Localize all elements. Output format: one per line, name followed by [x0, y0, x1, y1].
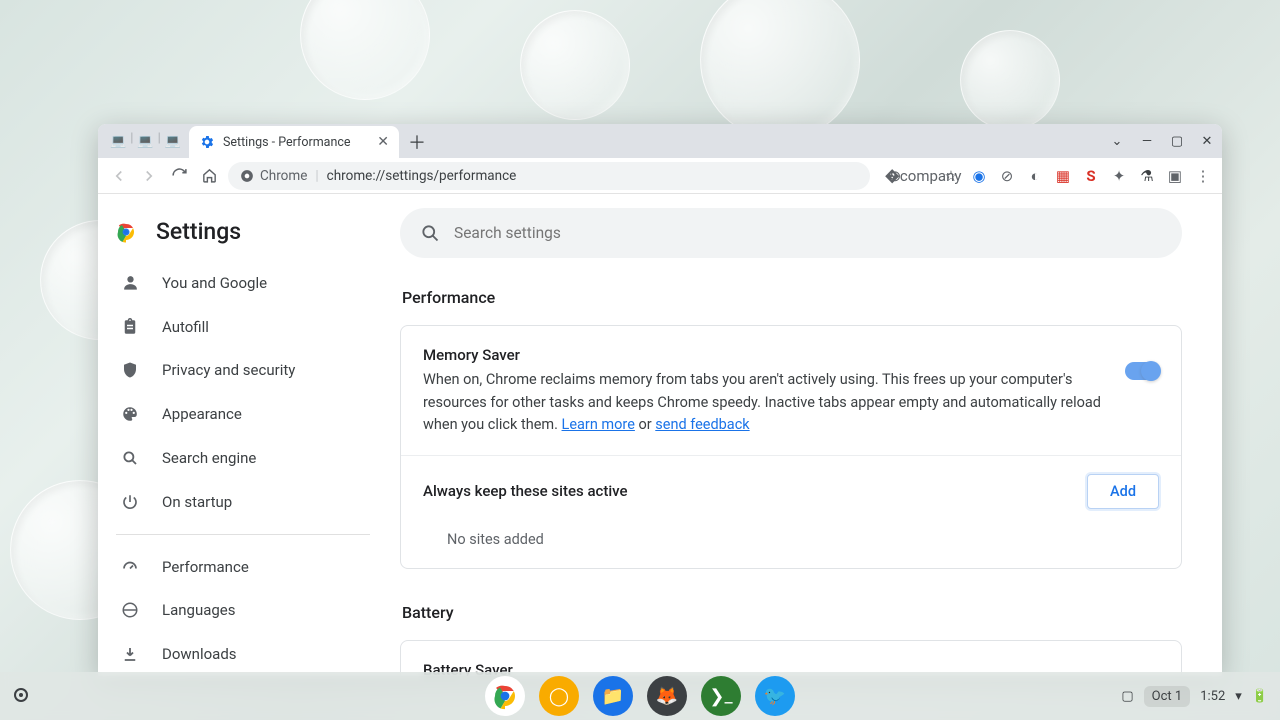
- close-tab-icon[interactable]: ✕: [377, 134, 389, 150]
- sidebar-separator: [116, 534, 370, 535]
- settings-brand: Settings: [98, 212, 388, 261]
- speedometer-icon: [120, 558, 140, 576]
- files-app-icon[interactable]: 📁: [593, 676, 633, 716]
- battery-saver-row: Battery Saver: [401, 641, 1181, 676]
- settings-search[interactable]: [400, 208, 1182, 258]
- add-site-button[interactable]: Add: [1087, 474, 1159, 509]
- pinned-tabs: 💻| 💻| 💻: [106, 131, 185, 158]
- pinned-tab-icon[interactable]: 💻: [110, 134, 126, 149]
- address-bar[interactable]: Chrome | chrome://settings/performance: [228, 162, 870, 190]
- launcher-button[interactable]: [0, 687, 28, 706]
- section-title-battery: Battery: [402, 603, 1182, 622]
- back-button[interactable]: [108, 165, 130, 187]
- extension-icon[interactable]: ▦: [1054, 167, 1072, 185]
- learn-more-link[interactable]: Learn more: [562, 416, 635, 433]
- wifi-icon: ▾: [1235, 689, 1242, 704]
- settings-main: Performance Memory Saver When on, Chrome…: [388, 194, 1222, 676]
- search-icon: [120, 449, 140, 467]
- power-icon: [120, 493, 140, 511]
- reload-button[interactable]: [168, 165, 190, 187]
- new-tab-button[interactable]: ＋: [403, 128, 431, 156]
- tab-strip: 💻| 💻| 💻 Settings - Performance ✕ ＋ ⌄ — ▢…: [98, 124, 1222, 158]
- share-icon[interactable]: �company: [914, 167, 932, 185]
- sidebar-item-you-and-google[interactable]: You and Google: [98, 261, 388, 305]
- tab-title: Settings - Performance: [223, 135, 351, 150]
- chrome-app-icon[interactable]: [485, 676, 525, 716]
- pinned-tab-icon[interactable]: 💻: [137, 134, 153, 149]
- settings-content: Settings You and Google Autofill Privacy…: [98, 194, 1222, 676]
- send-feedback-link[interactable]: send feedback: [655, 416, 749, 433]
- person-icon: [120, 273, 140, 292]
- pinned-tab-icon[interactable]: 💻: [165, 134, 181, 149]
- section-title-performance: Performance: [402, 288, 1182, 307]
- performance-card: Memory Saver When on, Chrome reclaims me…: [400, 325, 1182, 569]
- close-window-icon[interactable]: ✕: [1198, 134, 1216, 149]
- shelf-apps: ◯ 📁 🦊 ❯_ 🐦: [485, 676, 795, 716]
- memory-saver-row: Memory Saver When on, Chrome reclaims me…: [401, 326, 1181, 455]
- system-tray[interactable]: ▢ Oct 1 1:52 ▾ 🔋: [1121, 686, 1280, 707]
- extension-icon[interactable]: ⊘: [998, 167, 1016, 185]
- sidebar-item-appearance[interactable]: Appearance: [98, 392, 388, 436]
- settings-search-input[interactable]: [454, 224, 1162, 242]
- home-button[interactable]: [198, 165, 220, 187]
- tab-search-icon[interactable]: ⌄: [1108, 134, 1126, 149]
- sidebar-item-autofill[interactable]: Autofill: [98, 305, 388, 349]
- sidebar-item-privacy[interactable]: Privacy and security: [98, 349, 388, 393]
- chrome-chip-icon: [240, 169, 254, 183]
- globe-icon: [120, 601, 140, 619]
- memory-saver-toggle[interactable]: [1125, 362, 1159, 380]
- extensions-puzzle-icon[interactable]: ✦: [1110, 167, 1128, 185]
- extension-icon[interactable]: ◉: [970, 167, 988, 185]
- no-sites-message: No sites added: [401, 527, 1181, 568]
- window-controls: ⌄ — ▢ ✕: [1108, 124, 1216, 158]
- search-icon: [420, 223, 440, 243]
- tray-time: 1:52: [1200, 689, 1225, 704]
- battery-icon: 🔋: [1252, 689, 1268, 704]
- extension-icon[interactable]: ◐: [1026, 167, 1044, 185]
- tray-square-icon: ▢: [1121, 689, 1133, 704]
- chrome-chip: Chrome: [240, 168, 307, 184]
- terminal-app-icon[interactable]: ❯_: [701, 676, 741, 716]
- clipboard-icon: [120, 318, 140, 336]
- chrome-logo-icon: [114, 220, 138, 244]
- memory-saver-desc: When on, Chrome reclaims memory from tab…: [423, 371, 1101, 433]
- memory-saver-title: Memory Saver: [423, 344, 1107, 367]
- maximize-icon[interactable]: ▢: [1168, 134, 1186, 149]
- keep-active-title: Always keep these sites active: [423, 480, 1069, 503]
- toolbar-actions: ⊕ �company ☆ ◉ ⊘ ◐ ▦ S ✦ ⚗ ▣ ⋮: [878, 167, 1212, 185]
- battery-card: Battery Saver: [400, 640, 1182, 676]
- url-text: chrome://settings/performance: [327, 168, 517, 184]
- download-icon: [120, 645, 140, 663]
- os-shelf: ◯ 📁 🦊 ❯_ 🐦 ▢ Oct 1 1:52 ▾ 🔋: [0, 672, 1280, 720]
- canary-app-icon[interactable]: ◯: [539, 676, 579, 716]
- keep-active-row: Always keep these sites active Add: [401, 455, 1181, 527]
- forward-button[interactable]: [138, 165, 160, 187]
- sidebar-item-downloads[interactable]: Downloads: [98, 632, 388, 676]
- shield-icon: [120, 361, 140, 379]
- app-icon[interactable]: 🦊: [647, 676, 687, 716]
- settings-sidebar: Settings You and Google Autofill Privacy…: [98, 194, 388, 676]
- sidebar-item-on-startup[interactable]: On startup: [98, 480, 388, 524]
- settings-title: Settings: [156, 218, 241, 245]
- sidebar-item-performance[interactable]: Performance: [98, 545, 388, 589]
- sidebar-item-languages[interactable]: Languages: [98, 588, 388, 632]
- active-tab[interactable]: Settings - Performance ✕: [189, 126, 399, 158]
- settings-gear-icon: [199, 134, 215, 150]
- toolbar: Chrome | chrome://settings/performance ⊕…: [98, 158, 1222, 194]
- labs-flask-icon[interactable]: ⚗: [1138, 167, 1156, 185]
- sidepanel-icon[interactable]: ▣: [1166, 167, 1184, 185]
- launcher-icon: [14, 688, 28, 702]
- browser-window: 💻| 💻| 💻 Settings - Performance ✕ ＋ ⌄ — ▢…: [98, 124, 1222, 676]
- tray-date: Oct 1: [1144, 686, 1191, 707]
- palette-icon: [120, 405, 140, 423]
- sidebar-item-search-engine[interactable]: Search engine: [98, 436, 388, 480]
- twitter-app-icon[interactable]: 🐦: [755, 676, 795, 716]
- bookmark-star-icon[interactable]: ☆: [942, 167, 960, 185]
- minimize-icon[interactable]: —: [1138, 134, 1156, 149]
- menu-dots-icon[interactable]: ⋮: [1194, 167, 1212, 185]
- extension-icon[interactable]: S: [1082, 167, 1100, 185]
